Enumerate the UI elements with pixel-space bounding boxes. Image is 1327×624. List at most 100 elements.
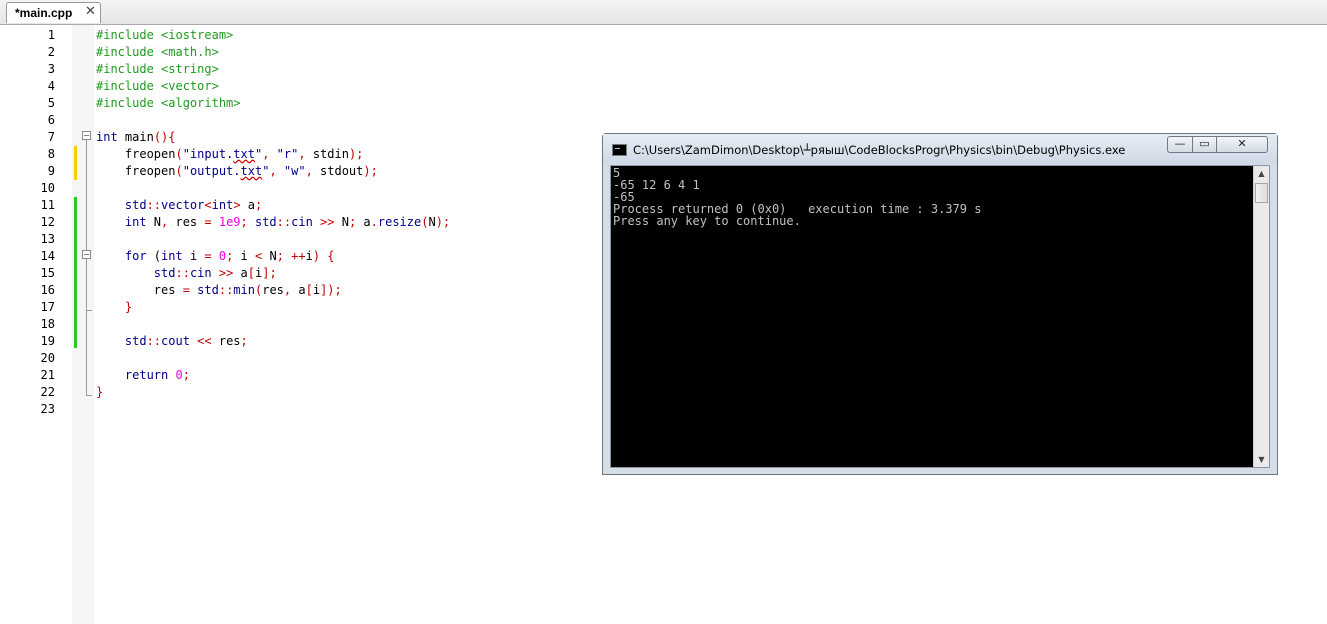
line-number: 2 xyxy=(47,45,55,59)
console-window[interactable]: C:\Users\ZamDimon\Desktop\┴ряыш\CodeBloc… xyxy=(602,133,1278,475)
code-token: int xyxy=(96,130,118,144)
scroll-down-icon[interactable]: ▼ xyxy=(1254,452,1269,467)
code-token: , xyxy=(269,164,284,178)
code-token: vector xyxy=(161,198,205,212)
code-token: return xyxy=(96,368,169,382)
line-number: 19 xyxy=(40,334,55,348)
code-token: std xyxy=(254,215,277,229)
change-marker-unsaved xyxy=(74,146,77,180)
code-token: cin xyxy=(291,215,313,229)
code-token: ; xyxy=(255,198,263,212)
code-token: i xyxy=(305,249,313,263)
line-number: 20 xyxy=(40,351,55,365)
code-token: 1e9 xyxy=(218,215,241,229)
console-title-bar[interactable]: C:\Users\ZamDimon\Desktop\┴ряыш\CodeBloc… xyxy=(603,134,1277,164)
code-token: N xyxy=(341,215,349,229)
code-token: N xyxy=(428,215,436,229)
line-number: 13 xyxy=(40,232,55,246)
code-token: ]); xyxy=(320,283,342,297)
code-token: < xyxy=(204,198,212,212)
maximize-button[interactable]: ▭ xyxy=(1192,136,1217,153)
code-line: #include <iostream> xyxy=(96,27,450,44)
line-number: 17 xyxy=(40,300,55,314)
code-line: } xyxy=(96,299,450,316)
code-line: std::cin >> a[i]; xyxy=(96,265,450,282)
code-line: res = std::min(res, a[i]); xyxy=(96,282,450,299)
close-button[interactable]: ✕ xyxy=(1216,136,1268,153)
code-token: :: xyxy=(276,215,292,229)
code-token: a xyxy=(298,283,306,297)
code-token: [ xyxy=(247,266,255,280)
code-token: ( xyxy=(175,147,183,161)
code-line: int main(){ xyxy=(96,129,450,146)
tab-main-cpp[interactable]: *main.cpp ✕ xyxy=(6,2,101,23)
code-token: #include <string> xyxy=(96,62,219,76)
code-token: , xyxy=(161,215,176,229)
code-token: ); xyxy=(348,147,364,161)
line-number: 22 xyxy=(40,385,55,399)
console-output-area[interactable]: 5 -65 12 6 4 1 -65 Process returned 0 (0x0)… xyxy=(610,165,1270,468)
code-token: #include <math.h> xyxy=(96,45,219,59)
code-token: freopen xyxy=(96,164,176,178)
console-scrollbar[interactable]: ▲ ▼ xyxy=(1253,166,1269,467)
code-token: cout xyxy=(161,334,190,348)
code-token: int xyxy=(211,198,234,212)
minimize-icon: — xyxy=(1174,137,1186,150)
tab-title: *main.cpp xyxy=(15,6,73,20)
code-token: "output. xyxy=(182,164,241,178)
line-number: 15 xyxy=(40,266,55,280)
fold-line xyxy=(86,140,87,395)
code-token: i xyxy=(182,249,205,263)
line-number: 23 xyxy=(40,402,55,416)
console-output-line: -65 12 6 4 1 xyxy=(613,178,700,192)
code-token: >> xyxy=(211,266,241,280)
code-token: N xyxy=(269,249,277,263)
code-token: resize xyxy=(377,215,422,229)
minimize-button[interactable]: — xyxy=(1167,136,1193,153)
line-number: 3 xyxy=(47,62,55,76)
code-token: N xyxy=(146,215,162,229)
code-token: ; xyxy=(240,334,248,348)
code-token: "w" xyxy=(283,164,306,178)
scroll-thumb[interactable] xyxy=(1255,183,1268,203)
fold-minus-icon[interactable]: − xyxy=(82,250,91,259)
code-token: a xyxy=(363,215,371,229)
code-token: ( xyxy=(146,249,162,263)
code-token: :: xyxy=(175,266,190,280)
code-line: std::vector<int> a; xyxy=(96,197,450,214)
scroll-up-icon[interactable]: ▲ xyxy=(1254,166,1269,181)
code-token: cin xyxy=(189,266,212,280)
code-token: a xyxy=(240,266,248,280)
line-number: 7 xyxy=(47,130,55,144)
code-token: > xyxy=(233,198,241,212)
code-token: ); xyxy=(435,215,451,229)
code-line: for (int i = 0; i < N; ++i) { xyxy=(96,248,450,265)
code-token: std xyxy=(96,334,147,348)
code-token: ; xyxy=(240,215,255,229)
line-number: 12 xyxy=(40,215,55,229)
code-token: ; xyxy=(348,215,364,229)
line-number-gutter: 1 2 3 4 5 6 7 8 9 10 11 12 13 14 15 16 17 18 19 20 21 22 23 xyxy=(0,25,58,624)
line-number: 21 xyxy=(40,368,55,382)
code-token: int xyxy=(161,249,183,263)
code-token: txt xyxy=(233,147,255,161)
code-token: , xyxy=(262,147,277,161)
code-line: freopen("output.txt", "w", stdout); xyxy=(96,163,450,180)
code-token: ); xyxy=(363,164,378,178)
close-icon[interactable]: ✕ xyxy=(85,4,96,19)
line-numbers: 1 2 3 4 5 6 7 8 9 10 11 12 13 14 15 16 17 18 19 20 21 22 23 xyxy=(0,27,55,418)
code-token: res xyxy=(96,283,183,297)
code-line: std::cout << res; xyxy=(96,333,450,350)
line-number: 6 xyxy=(47,113,55,127)
fold-minus-icon[interactable]: − xyxy=(82,131,91,140)
code-token: i xyxy=(240,249,255,263)
code-token: std xyxy=(96,198,147,212)
maximize-icon: ▭ xyxy=(1199,137,1210,150)
code-token: stdout xyxy=(320,164,364,178)
code-token: res xyxy=(218,334,241,348)
code-token: :: xyxy=(146,198,162,212)
code-token: #include <vector> xyxy=(96,79,219,93)
code-token: :: xyxy=(218,283,234,297)
